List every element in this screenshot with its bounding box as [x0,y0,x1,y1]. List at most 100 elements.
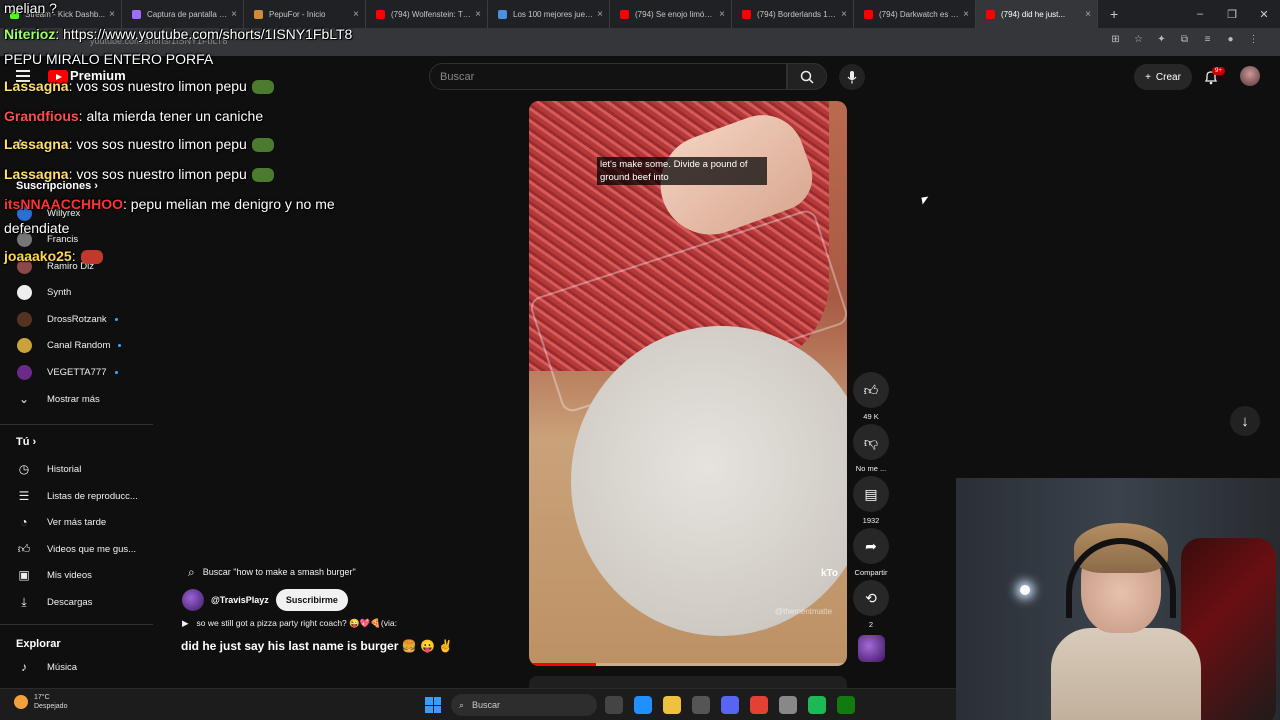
kebab-menu-icon[interactable]: ⋮ [1247,34,1260,47]
remix-button[interactable]: ⟲ [853,580,889,616]
chat-text: : vos sos nuestro limon pepu [68,78,247,94]
related-search-text: Buscar "how to make a smash burger" [202,567,356,577]
comments-button[interactable]: ▤ [853,476,889,512]
short-video-player[interactable]: let's make some. Divide a pound of groun… [529,101,847,666]
taskbar-app-icon[interactable] [634,696,652,714]
related-search-chip[interactable]: ⌕ Buscar "how to make a smash burger" [182,561,362,583]
weather-condition: Despejado [34,703,68,710]
minimize-icon[interactable]: – [1184,8,1216,20]
new-tab-icon[interactable]: + [1110,6,1118,22]
search-button[interactable] [787,63,827,90]
taskbar-app-icon[interactable] [605,696,623,714]
chat-username[interactable]: Niterioz [4,26,55,42]
sidebar-channel-item[interactable]: VEGETTA777 [0,359,153,385]
taskbar-search[interactable]: ⌕ Buscar [451,694,597,716]
search-input[interactable] [430,64,786,89]
sidebar-channel-item[interactable]: Synth [0,279,153,305]
channel-avatar[interactable] [182,589,204,611]
close-tab-icon[interactable]: × [963,9,969,20]
windows-taskbar: 17°C Despejado ⌕ Buscar [0,688,956,720]
arrow-down-icon: ↓ [1241,412,1249,430]
close-window-icon[interactable]: ✕ [1248,8,1280,21]
description-row[interactable]: ▶ so we still got a pizza party right co… [182,618,397,629]
close-tab-icon[interactable]: × [231,9,237,20]
tiktok-watermark: kTo [821,568,839,579]
profile-icon[interactable]: ● [1224,34,1237,47]
browser-tab[interactable]: (794) Wolfenstein: Th... × [366,0,488,28]
chat-message: joaaako25: [4,248,103,265]
close-tab-icon[interactable]: × [109,9,115,20]
taskbar-app-icon[interactable] [750,696,768,714]
chat-text: : https://www.youtube.com/shorts/1ISNY1F… [55,26,353,42]
voice-search-button[interactable] [839,64,865,90]
sidebar-you-item[interactable]: ⤓ Descargas [0,589,153,615]
chat-message: PEPU MIRALO ENTERO PORFA [4,51,213,67]
comments-action: ▤ 1932 [853,476,889,525]
sidebar-you-item[interactable]: 👍︎ Videos que me gus... [0,536,153,562]
browser-tab[interactable]: (794) did he just... × [976,0,1098,28]
close-tab-icon[interactable]: × [353,9,359,20]
taskbar-app-icon[interactable] [721,696,739,714]
chat-username[interactable]: itsNNAACCHHOO [4,196,123,212]
share-button[interactable]: ➦ [853,528,889,564]
close-tab-icon[interactable]: × [841,9,847,20]
next-short-button[interactable]: ↓ [1230,406,1260,436]
browser-tab[interactable]: Captura de pantalla p... × [122,0,244,28]
browser-tab[interactable]: Los 100 mejores jueg... × [488,0,610,28]
taskbar-app-icon[interactable] [663,696,681,714]
chat-username[interactable]: Lassagna [4,78,69,94]
tab-favicon-icon [864,9,873,19]
sound-thumbnail[interactable] [858,635,885,662]
subscribe-button[interactable]: Suscribirme [275,589,348,611]
taskbar-app-icon[interactable] [837,696,855,714]
taskbar-app-icon[interactable] [692,696,710,714]
browser-tab[interactable]: PepuFor - Inicio × [244,0,366,28]
sidebar-you-item[interactable]: ◷ Historial [0,456,153,482]
close-tab-icon[interactable]: × [1085,9,1091,20]
sidebar-channel-item[interactable]: Canal Random [0,332,153,358]
close-tab-icon[interactable]: × [719,9,725,20]
show-more-button[interactable]: ⌄ Mostrar más [0,386,153,412]
light-flare [1020,585,1030,595]
chat-username[interactable]: Lassagna [4,166,69,182]
video-progress-bar[interactable] [529,663,847,666]
tab-title: Los 100 mejores jueg... [513,9,594,19]
sidebar-channel-item[interactable]: DrossRotzank [0,306,153,332]
account-avatar[interactable] [1240,66,1260,86]
taskbar-app-icon[interactable] [779,696,797,714]
chat-username[interactable]: Lassagna [4,136,69,152]
chat-username[interactable]: Grandfious [4,108,79,124]
weather-widget[interactable]: 17°C Despejado [14,693,67,711]
explore-heading: Explorar [16,638,61,650]
taskbar-apps [605,696,855,714]
channel-name[interactable]: @TravisPlayz [211,595,269,605]
close-tab-icon[interactable]: × [475,9,481,20]
sidebar-you-item[interactable]: ☰ Listas de reproducc... [0,483,153,509]
like-button[interactable]: 👍︎ [853,372,889,408]
windows-start-icon[interactable] [425,697,441,713]
browser-tab[interactable]: (794) Borderlands 1 f... × [732,0,854,28]
browser-tab[interactable]: (794) Darkwatch es u... × [854,0,976,28]
dislike-label: No me ... [855,464,887,473]
install-icon[interactable]: ⊞ [1109,34,1122,47]
dislike-button[interactable]: 👎︎ [853,424,889,460]
extension-icon[interactable]: ✦ [1155,34,1168,47]
short-title[interactable]: did he just say his last name is burger … [181,639,453,653]
taskbar-app-icon[interactable] [808,696,826,714]
sidebar-explore-item[interactable]: ♪ Música [0,654,153,680]
sidebar-you-item[interactable]: ◔ Ver más tarde [0,509,153,535]
puzzle-icon[interactable]: ⧉ [1178,34,1191,47]
you-heading[interactable]: Tú › [16,436,36,448]
sidebar-item-label: Ver más tarde [47,516,107,528]
my-videos-icon: ▣ [18,568,30,582]
browser-tab[interactable]: (794) Se enojo limón... × [610,0,732,28]
taskbar-search-text: Buscar [472,700,501,710]
bookmark-star-icon[interactable]: ☆ [1132,34,1145,47]
music-icon: ♪ [21,660,27,674]
maximize-icon[interactable]: ❐ [1216,8,1248,21]
create-button[interactable]: + Crear [1134,64,1192,90]
chat-username[interactable]: joaaako25 [4,248,72,264]
media-icon[interactable]: ≡ [1201,34,1214,47]
close-tab-icon[interactable]: × [597,9,603,20]
sidebar-you-item[interactable]: ▣ Mis videos [0,562,153,588]
